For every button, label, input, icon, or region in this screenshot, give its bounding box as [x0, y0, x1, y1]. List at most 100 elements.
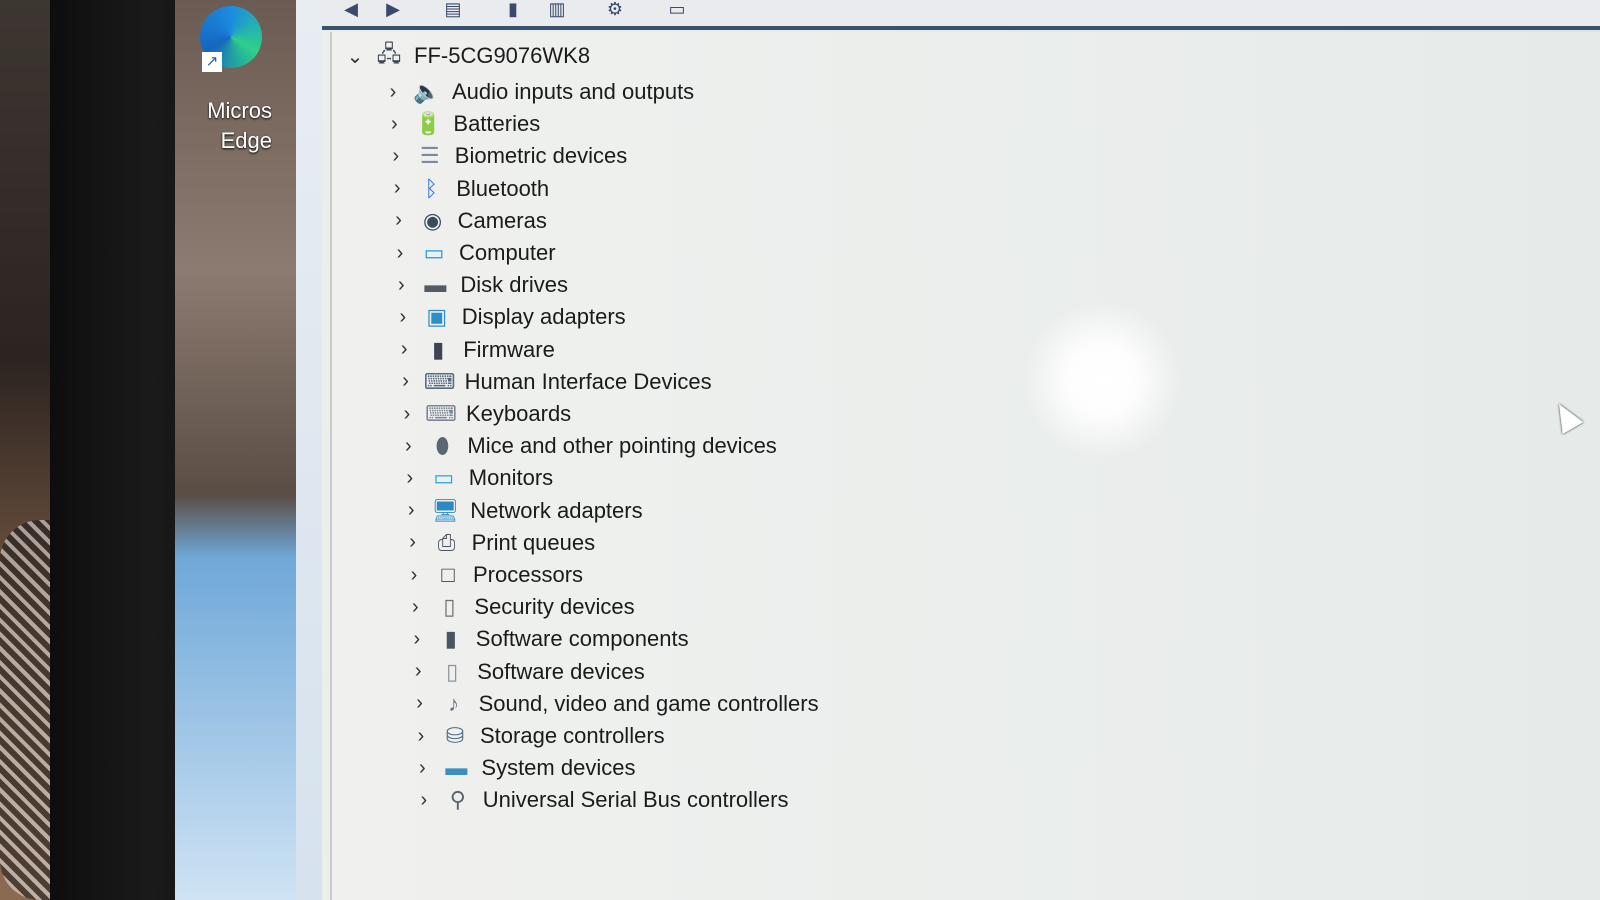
- tree-item-label: Display adapters: [461, 304, 626, 330]
- mouse-icon: ⬮: [435, 433, 450, 459]
- scan-icon[interactable]: ⚙: [600, 0, 630, 20]
- tree-item[interactable]: › ⎙ Print queues: [400, 527, 596, 559]
- chevron-right-icon[interactable]: ›: [411, 789, 437, 812]
- tree-item[interactable]: › ▯ Security devices: [402, 591, 635, 623]
- device-manager-window: ◀ ▶ ▤ ▮ ▥ ⚙ ▭ ⌄ 🖧 FF-5CG9076WK8 › 🔈 Audio …: [322, 0, 1600, 900]
- tree-item-label: Biometric devices: [454, 143, 628, 169]
- tree-item-label: Print queues: [471, 529, 596, 555]
- tree-item-label: Batteries: [453, 111, 541, 137]
- chevron-right-icon[interactable]: ›: [393, 370, 419, 393]
- tree-item[interactable]: › ▣ Display adapters: [390, 301, 626, 333]
- forward-icon[interactable]: ▶: [378, 0, 408, 20]
- shortcut-arrow-icon: ↗: [202, 52, 222, 72]
- tree-item-label: Processors: [473, 562, 584, 587]
- chevron-right-icon[interactable]: ›: [397, 467, 423, 490]
- tree-item-label: Sound, video and game controllers: [478, 690, 819, 716]
- chevron-right-icon[interactable]: ›: [383, 145, 409, 168]
- properties-icon[interactable]: ▤: [438, 0, 468, 20]
- tree-item[interactable]: › ▭ Monitors: [397, 462, 553, 494]
- tree-item[interactable]: › ◉ Cameras: [386, 205, 547, 237]
- speaker-icon: 🔈: [413, 79, 441, 104]
- tree-item-label: System devices: [481, 755, 636, 781]
- tree-item[interactable]: › ᛒ Bluetooth: [384, 173, 549, 205]
- chevron-right-icon[interactable]: ›: [408, 725, 434, 748]
- tree-item[interactable]: › ♪ Sound, video and game controllers: [407, 688, 819, 720]
- tree-item-label: Software devices: [477, 658, 645, 684]
- storage-icon: ⛁: [445, 723, 465, 748]
- tree-item[interactable]: › 🔋 Batteries: [381, 108, 540, 140]
- back-icon[interactable]: ◀: [336, 0, 366, 20]
- system-icon: ▬: [445, 755, 468, 781]
- chevron-right-icon[interactable]: ›: [404, 628, 430, 651]
- toolbar: ◀ ▶ ▤ ▮ ▥ ⚙ ▭: [322, 0, 1600, 30]
- chevron-right-icon[interactable]: ›: [384, 177, 410, 200]
- tree-item-label: Network adapters: [470, 497, 643, 523]
- device-tree-panel[interactable]: ⌄ 🖧 FF-5CG9076WK8 › 🔈 Audio inputs and out…: [330, 32, 1600, 900]
- chevron-right-icon[interactable]: ›: [386, 209, 412, 232]
- chevron-right-icon[interactable]: ›: [407, 692, 433, 715]
- tree-item[interactable]: › ⛁ Storage controllers: [408, 720, 665, 752]
- tree-item-label: Security devices: [474, 594, 635, 620]
- tree-item[interactable]: › ▮ Firmware: [391, 334, 555, 366]
- tree-item[interactable]: › 🖥 Network adapters: [398, 495, 643, 527]
- update-driver-icon[interactable]: ▮: [498, 0, 528, 20]
- tree-item[interactable]: › ⌨ Keyboards: [394, 398, 572, 430]
- tree-item[interactable]: › ⌨ Human Interface Devices: [393, 366, 712, 398]
- chevron-right-icon[interactable]: ›: [401, 564, 427, 587]
- show-hidden-icon[interactable]: ▥: [542, 0, 572, 20]
- tree-item-label: Bluetooth: [456, 175, 550, 201]
- tree-item-label: Monitors: [468, 465, 554, 491]
- edge-shortcut-label[interactable]: Micros Edge: [196, 96, 272, 156]
- chevron-right-icon[interactable]: ›: [391, 338, 417, 361]
- chevron-right-icon[interactable]: ›: [390, 306, 416, 329]
- disk-icon: ▬: [424, 272, 447, 298]
- processor-icon: □: [441, 562, 455, 587]
- tree-item-label: Computer: [459, 240, 556, 265]
- tree-item-label: Firmware: [463, 336, 555, 362]
- battery-icon: 🔋: [414, 111, 443, 137]
- chevron-right-icon[interactable]: ›: [400, 531, 426, 554]
- tree-item[interactable]: › ⚲ Universal Serial Bus controllers: [411, 784, 789, 816]
- tree-item-label: Storage controllers: [480, 723, 665, 748]
- chevron-right-icon[interactable]: ›: [388, 274, 414, 297]
- usb-icon: ⚲: [449, 787, 466, 813]
- chevron-right-icon[interactable]: ›: [398, 499, 424, 522]
- network-icon: 🖥: [431, 497, 460, 523]
- tree-item[interactable]: › ⬮ Mice and other pointing devices: [395, 430, 777, 462]
- tree-item[interactable]: › ▬ System devices: [409, 752, 635, 784]
- software-devices-icon: ▯: [446, 658, 459, 684]
- tree-item-label: Universal Serial Bus controllers: [482, 787, 789, 813]
- tree-item[interactable]: › □ Processors: [401, 559, 583, 591]
- computer-root-icon: 🖧: [376, 41, 402, 66]
- chevron-right-icon[interactable]: ›: [405, 660, 431, 683]
- tree-item[interactable]: › ▯ Software devices: [405, 656, 645, 688]
- chevron-right-icon[interactable]: ›: [402, 596, 428, 619]
- chevron-right-icon[interactable]: ›: [394, 403, 420, 426]
- chevron-right-icon[interactable]: ›: [381, 113, 407, 136]
- tree-item[interactable]: › 🔈 Audio inputs and outputs: [380, 76, 695, 108]
- edge-icon[interactable]: ↗: [200, 6, 262, 72]
- fingerprint-icon: ☰: [419, 143, 440, 169]
- computer-icon: ▭: [423, 240, 445, 265]
- tree-root[interactable]: ⌄ 🖧 FF-5CG9076WK8: [342, 40, 590, 72]
- tree-item[interactable]: › ▮ Software components: [404, 623, 688, 655]
- display-adapter-icon: ▣: [426, 304, 448, 330]
- tree-item[interactable]: › ☰ Biometric devices: [383, 140, 627, 172]
- chevron-down-icon[interactable]: ⌄: [342, 44, 368, 69]
- tree-root-label: FF-5CG9076WK8: [414, 43, 591, 68]
- chevron-right-icon[interactable]: ›: [395, 435, 421, 458]
- tree-item-label: Disk drives: [460, 272, 568, 298]
- chevron-right-icon[interactable]: ›: [380, 81, 406, 104]
- hid-icon: ⌨: [423, 368, 456, 394]
- chevron-right-icon[interactable]: ›: [387, 242, 413, 265]
- tree-item[interactable]: › ▭ Computer: [387, 237, 556, 269]
- chevron-right-icon[interactable]: ›: [409, 757, 435, 780]
- monitor-icon[interactable]: ▭: [662, 0, 692, 20]
- tree-item-label: Audio inputs and outputs: [452, 79, 695, 104]
- keyboard-icon: ⌨: [425, 401, 457, 426]
- printer-icon: ⎙: [437, 529, 456, 555]
- tree-item-label: Human Interface Devices: [464, 368, 712, 394]
- tree-item[interactable]: › ▬ Disk drives: [388, 269, 568, 301]
- camera-icon: ◉: [422, 207, 443, 233]
- firmware-icon: ▮: [432, 336, 445, 362]
